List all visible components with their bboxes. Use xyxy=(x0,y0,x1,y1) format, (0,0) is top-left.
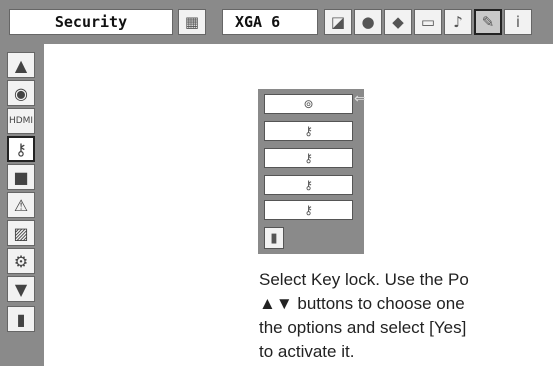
image-adjust-icon[interactable]: ◆ xyxy=(384,9,412,35)
key-lock-icon[interactable]: ⚷ xyxy=(7,136,35,162)
settings-lock-icon[interactable]: ⚙ xyxy=(7,248,35,274)
input-signal-label: XGA 6 xyxy=(222,9,318,35)
instruction-line-4: to activate it. xyxy=(259,342,355,361)
setting-icon[interactable]: ✎ xyxy=(474,9,502,35)
instruction-line-2: ▲▼ buttons to choose one xyxy=(259,294,465,313)
down-arrow-icon[interactable]: ▼ xyxy=(7,276,35,302)
screen-icon[interactable]: ▭ xyxy=(414,9,442,35)
up-arrow-icon[interactable]: ▲ xyxy=(7,52,35,78)
key-1-icon[interactable]: ⚷ xyxy=(264,175,353,195)
submenu-exit-icon[interactable]: ▮ xyxy=(264,227,284,249)
menu-bar: Security ▦ XGA 6 ◪ ● ◆ ▭ ♪ ✎ i xyxy=(0,0,553,44)
projector-key-icon[interactable]: ⚷ xyxy=(264,121,353,141)
selected-arrow-icon: ⇐ xyxy=(354,91,366,107)
image-select-icon[interactable]: ● xyxy=(354,9,382,35)
off-icon[interactable]: ⊚ xyxy=(264,94,353,114)
instruction-line-1: Select Key lock. Use the Po xyxy=(259,270,469,289)
exit-icon[interactable]: ▮ xyxy=(7,306,35,332)
sidebar: ▲ ◉ HDMI ⚷ ■ ⚠ ▨ ⚙ ▼ ▮ xyxy=(0,44,44,366)
remote-key-icon[interactable]: ⚷ xyxy=(264,148,353,168)
screen-icon[interactable]: ■ xyxy=(7,164,35,190)
pc-adjust-icon[interactable]: ◪ xyxy=(324,9,352,35)
key-2-icon[interactable]: ⚷ xyxy=(264,200,353,220)
pin-code-icon[interactable]: ▨ xyxy=(7,220,35,246)
lamp-icon[interactable]: ◉ xyxy=(7,80,35,106)
menu-title: Security xyxy=(9,9,173,35)
instruction-text: Select Key lock. Use the Po ▲▼ buttons to… xyxy=(259,268,553,366)
information-icon[interactable]: i xyxy=(504,9,532,35)
warning-icon[interactable]: ⚠ xyxy=(7,192,35,218)
sound-icon[interactable]: ♪ xyxy=(444,9,472,35)
hdmi-setting-icon[interactable]: HDMI xyxy=(7,108,35,134)
screen-setting-icon[interactable]: ▦ xyxy=(178,9,206,35)
key-lock-submenu: ⊚ ⇐ ⚷ ⚷ ⚷ ⚷ ▮ xyxy=(258,89,366,254)
instruction-line-3: the options and select [Yes] xyxy=(259,318,467,337)
